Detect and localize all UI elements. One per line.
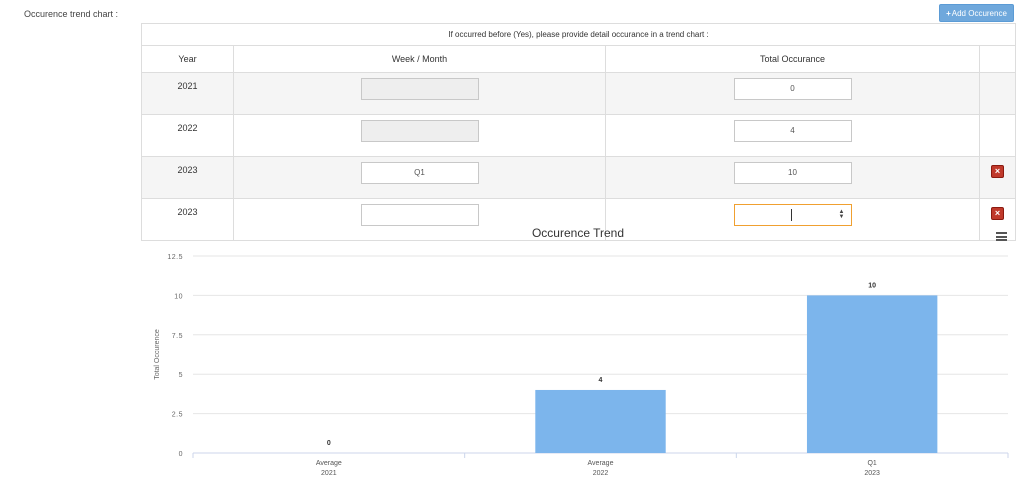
y-tick-label: 5 — [179, 372, 183, 379]
hamburger-menu-icon[interactable] — [996, 232, 1007, 241]
row-week-month — [233, 114, 606, 157]
x-tick-label: Q1 — [867, 460, 876, 467]
y-tick-label: 7.5 — [172, 333, 183, 340]
chart-title: Occurence Trend — [531, 226, 625, 240]
row-actions — [978, 114, 1017, 157]
week-month-input[interactable]: Q1 — [360, 162, 479, 184]
row-year: 2021 — [141, 72, 234, 115]
header-week-month: Week / Month — [233, 45, 606, 73]
y-tick-label: 0 — [179, 451, 183, 458]
row-year: 2023 — [141, 156, 234, 199]
row-total-occurance: 10 — [605, 156, 980, 199]
x-tick-label: Average — [588, 460, 614, 467]
total-occurance-value: 10 — [788, 168, 797, 177]
y-axis-label: Total Occurence — [154, 329, 161, 380]
week-month-input — [360, 120, 479, 142]
occurence-trend-label: Occurence trend chart : — [24, 9, 119, 19]
delete-row-icon[interactable]: × — [991, 165, 1005, 178]
table-row: 2021 0 — [141, 72, 1017, 115]
week-month-input — [360, 78, 479, 100]
row-total-occurance: 4 — [605, 114, 980, 157]
occurence-table: If occurred before (Yes), please provide… — [140, 23, 1017, 241]
chart-svg: 0 2.5 5 7.5 10 12.5 Total Occurence 0 Average 202… — [154, 254, 1009, 477]
total-occurance-input[interactable]: 10 — [733, 162, 852, 184]
data-label: 4 — [599, 377, 603, 384]
table-caption: If occurred before (Yes), please provide… — [140, 23, 1017, 46]
bar — [806, 295, 938, 453]
data-label: 10 — [868, 282, 876, 289]
row-year: 2022 — [141, 114, 234, 157]
occurence-trend-chart: 0 2.5 5 7.5 10 12.5 Total Occurence 0 Average 202… — [141, 218, 1015, 488]
row-actions: × — [978, 156, 1017, 199]
row-week-month — [233, 72, 606, 115]
total-occurance-input[interactable]: 0 — [733, 78, 852, 100]
total-occurance-value: 0 — [790, 84, 795, 93]
table-row: 2022 4 — [141, 114, 1017, 157]
data-label: 0 — [327, 440, 331, 447]
add-occurence-button[interactable]: + Add Occurence — [939, 4, 1014, 22]
bar — [535, 389, 666, 453]
row-actions — [978, 72, 1017, 115]
table-row: 2023 Q1 10 × — [141, 156, 1017, 199]
header-actions — [978, 45, 1017, 73]
header-total-occurance: Total Occurance — [605, 45, 980, 73]
x-tick-sublabel: 2023 — [864, 470, 880, 477]
header-year: Year — [141, 45, 234, 73]
add-occurence-label: Add Occurence — [951, 8, 1007, 18]
y-tick-label: 2.5 — [172, 412, 183, 419]
row-week-month: Q1 — [233, 156, 606, 199]
y-tick-label: 12.5 — [167, 254, 183, 261]
total-occurance-value: 4 — [790, 126, 795, 135]
row-total-occurance: 0 — [605, 72, 980, 115]
x-tick-sublabel: 2022 — [593, 470, 609, 477]
x-tick-label: Average — [316, 460, 342, 467]
x-tick-sublabel: 2021 — [321, 470, 337, 477]
y-tick-label: 10 — [174, 293, 183, 300]
plus-icon: + — [946, 8, 951, 18]
total-occurance-input[interactable]: 4 — [733, 120, 852, 142]
